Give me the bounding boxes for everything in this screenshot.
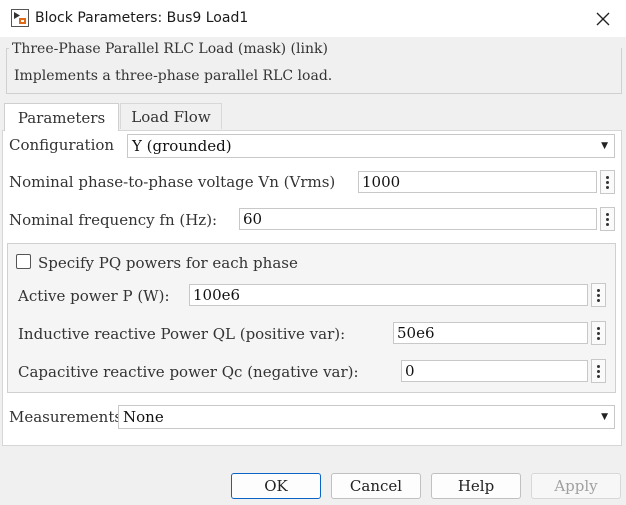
window-title: Block Parameters: Bus9 Load1: [35, 10, 249, 26]
tab-parameters[interactable]: Parameters: [4, 103, 119, 131]
configuration-dropdown[interactable]: Y (grounded) ▼: [127, 134, 615, 158]
measurements-value: None: [123, 408, 164, 426]
kebab-dot-icon: [597, 364, 600, 368]
cancel-button[interactable]: Cancel: [331, 473, 421, 499]
active-power-label: Active power P (W):: [18, 287, 170, 305]
inductive-power-input[interactable]: 50e6: [393, 322, 588, 344]
configuration-value: Y (grounded): [132, 137, 232, 155]
nominal-voltage-label: Nominal phase-to-phase voltage Vn (Vrms): [9, 173, 336, 191]
title-bar: Block Parameters: Bus9 Load1: [0, 0, 626, 37]
simulink-block-icon: [11, 9, 29, 27]
kebab-dot-icon: [597, 374, 600, 378]
kebab-dot-icon: [606, 217, 609, 221]
kebab-dot-icon: [597, 369, 600, 373]
kebab-dot-icon: [597, 336, 600, 340]
ok-button[interactable]: OK: [231, 473, 321, 499]
close-icon: [596, 12, 610, 26]
nominal-voltage-options-button[interactable]: [600, 170, 615, 194]
kebab-dot-icon: [597, 331, 600, 335]
kebab-dot-icon: [606, 222, 609, 226]
inductive-power-label: Inductive reactive Power QL (positive va…: [18, 325, 346, 343]
capacitive-power-label: Capacitive reactive power Qc (negative v…: [18, 363, 359, 381]
active-power-options-button[interactable]: [591, 283, 606, 307]
kebab-dot-icon: [597, 298, 600, 302]
close-button[interactable]: [590, 7, 616, 31]
nominal-frequency-options-button[interactable]: [600, 207, 615, 231]
tab-load-flow[interactable]: Load Flow: [120, 103, 222, 129]
kebab-dot-icon: [606, 185, 609, 189]
inductive-power-options-button[interactable]: [591, 321, 606, 345]
specify-pq-checkbox[interactable]: [16, 254, 31, 269]
measurements-dropdown[interactable]: None ▼: [118, 405, 615, 429]
nominal-voltage-input[interactable]: 1000: [358, 171, 597, 193]
mask-legend: Three-Phase Parallel RLC Load (mask) (li…: [9, 41, 331, 57]
kebab-dot-icon: [597, 288, 600, 292]
kebab-dot-icon: [606, 175, 609, 179]
kebab-dot-icon: [606, 180, 609, 184]
nominal-frequency-label: Nominal frequency fn (Hz):: [9, 211, 218, 229]
nominal-frequency-input[interactable]: 60: [239, 208, 597, 230]
capacitive-power-options-button[interactable]: [591, 359, 606, 383]
dropdown-arrow-icon: ▼: [601, 141, 608, 151]
mask-description: Implements a three-phase parallel RLC lo…: [14, 68, 333, 84]
kebab-dot-icon: [606, 212, 609, 216]
measurements-label: Measurements: [9, 408, 123, 426]
apply-button[interactable]: Apply: [531, 473, 621, 499]
configuration-label: Configuration: [9, 136, 115, 154]
dropdown-arrow-icon: ▼: [601, 412, 608, 422]
help-button[interactable]: Help: [431, 473, 521, 499]
specify-pq-label: Specify PQ powers for each phase: [38, 254, 298, 272]
capacitive-power-input[interactable]: 0: [401, 360, 588, 382]
kebab-dot-icon: [597, 326, 600, 330]
kebab-dot-icon: [597, 293, 600, 297]
active-power-input[interactable]: 100e6: [189, 284, 588, 306]
